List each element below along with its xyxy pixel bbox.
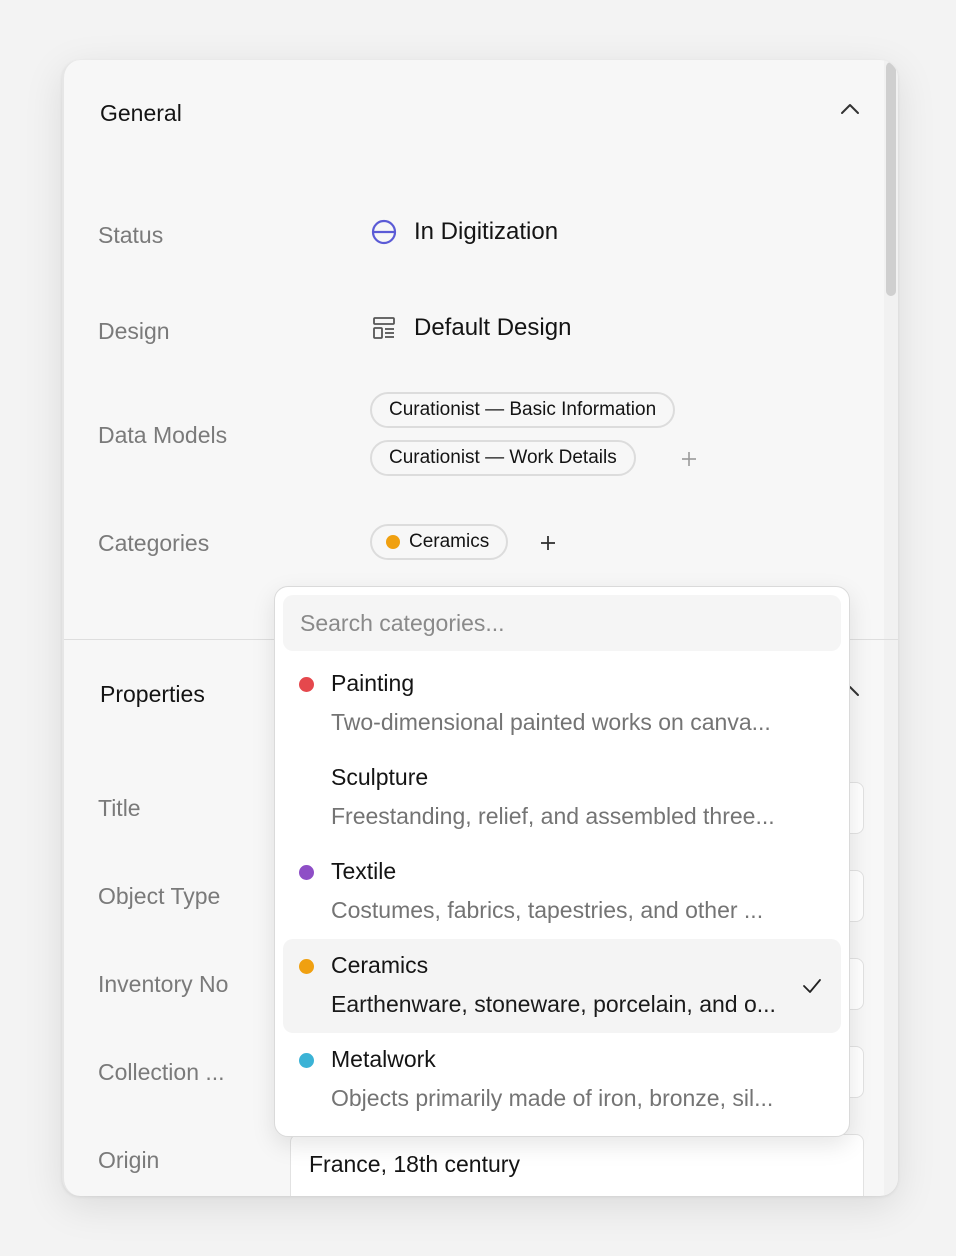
collection-label: Collection ... <box>98 1059 225 1085</box>
title-label: Title <box>98 795 141 821</box>
section-title-properties[interactable]: Properties <box>100 681 205 708</box>
option-description: Objects primarily made of iron, bronze, … <box>331 1085 774 1111</box>
category-chip-label: Ceramics <box>409 531 490 552</box>
origin-field[interactable]: France, 18th century <box>290 1134 864 1196</box>
data-models-label: Data Models <box>98 422 228 448</box>
object-type-label: Object Type <box>98 883 221 909</box>
category-search-input[interactable]: Search categories... <box>283 595 841 651</box>
metalwork-color-dot <box>299 1053 314 1068</box>
search-placeholder: Search categories... <box>300 610 505 636</box>
painting-color-dot <box>299 677 314 692</box>
checkmark-icon <box>803 979 821 993</box>
layout-icon <box>373 317 395 339</box>
option-painting[interactable]: Painting Two-dimensional painted works o… <box>283 657 841 751</box>
add-data-model-icon[interactable] <box>680 450 698 468</box>
category-dropdown: Search categories... Painting Two-dimens… <box>274 586 850 1137</box>
status-label: Status <box>98 222 164 248</box>
option-sculpture[interactable]: Sculpture Freestanding, relief, and asse… <box>283 751 841 845</box>
ceramics-color-dot <box>386 535 400 549</box>
option-ceramics[interactable]: Ceramics Earthenware, stoneware, porcela… <box>283 939 841 1033</box>
ceramics-color-dot <box>299 959 314 974</box>
option-textile[interactable]: Textile Costumes, fabrics, tapestries, a… <box>283 845 841 939</box>
chevron-up-icon[interactable] <box>838 98 862 122</box>
status-text: In Digitization <box>414 218 559 245</box>
origin-label: Origin <box>98 1147 160 1173</box>
categories-label: Categories <box>98 530 210 556</box>
data-model-chip[interactable]: Curationist — Work Details <box>370 440 636 476</box>
option-name: Metalwork <box>331 1046 436 1072</box>
category-chip-ceramics[interactable]: Ceramics <box>370 524 509 560</box>
option-name: Textile <box>331 858 397 884</box>
scrollbar-thumb[interactable] <box>886 62 896 296</box>
design-value[interactable]: Default Design <box>370 314 571 342</box>
status-value[interactable]: In Digitization <box>370 218 558 246</box>
option-metalwork[interactable]: Metalwork Objects primarily made of iron… <box>283 1033 841 1127</box>
add-category-icon[interactable] <box>539 534 557 552</box>
option-name: Sculpture <box>331 764 429 790</box>
option-name: Ceramics <box>331 952 429 978</box>
data-model-chip[interactable]: Curationist — Basic Information <box>370 392 676 428</box>
section-title-general[interactable]: General <box>100 100 182 127</box>
design-text: Default Design <box>414 314 572 341</box>
half-circle-icon <box>371 219 397 245</box>
origin-value: France, 18th century <box>309 1151 520 1177</box>
option-name: Painting <box>331 670 415 696</box>
scrollbar[interactable] <box>884 60 898 1196</box>
option-description: Earthenware, stoneware, porcelain, and o… <box>331 991 776 1017</box>
design-label: Design <box>98 318 170 344</box>
option-description: Two-dimensional painted works on canva..… <box>331 709 771 735</box>
textile-color-dot <box>299 865 314 880</box>
inventory-no-label: Inventory No <box>98 971 229 997</box>
option-description: Freestanding, relief, and assembled thre… <box>331 803 775 829</box>
option-description: Costumes, fabrics, tapestries, and other… <box>331 897 764 923</box>
